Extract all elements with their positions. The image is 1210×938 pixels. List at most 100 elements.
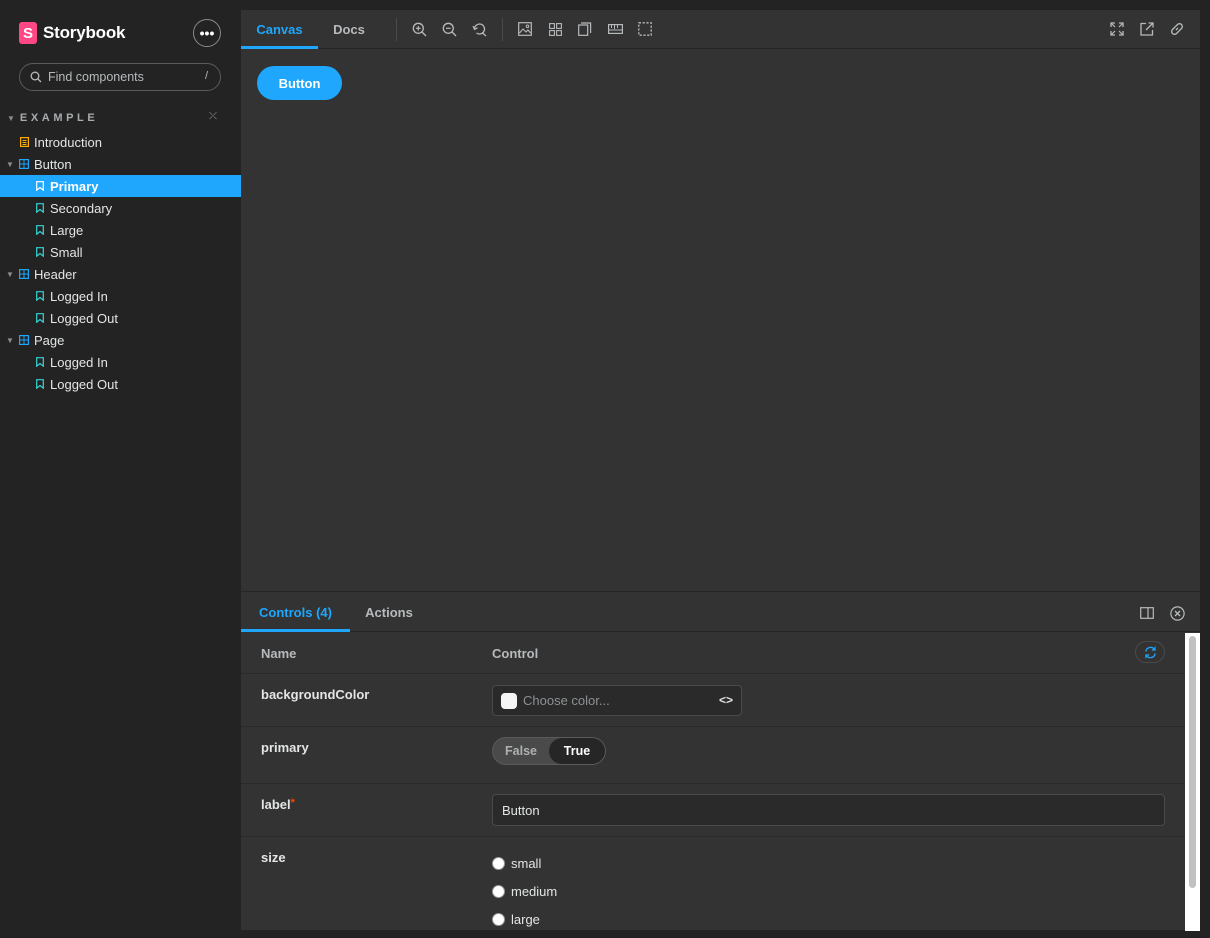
tree-item-label: Logged Out <box>50 376 118 392</box>
header-name: Name <box>261 646 297 661</box>
radio-button[interactable] <box>492 884 505 898</box>
tree-item-label: Introduction <box>34 134 102 150</box>
component-icon <box>19 335 29 345</box>
close-panel-icon[interactable] <box>1169 605 1185 621</box>
collapse-all-icon[interactable]: ⤫ <box>209 111 217 122</box>
tree-item-page-logged-in[interactable]: Logged In <box>0 351 241 373</box>
grid-icon[interactable] <box>547 21 563 37</box>
tree-item-label: Button <box>34 156 72 172</box>
radio-medium[interactable]: medium <box>492 877 557 905</box>
search-shortcut: / <box>204 70 208 82</box>
tree-item-button-large[interactable]: Large <box>0 219 241 241</box>
toolbar-divider <box>502 18 503 41</box>
tree-item-label: Logged In <box>50 354 108 370</box>
main-area: Canvas Docs Button Controls (4) Actions … <box>241 10 1200 931</box>
tree-item-label: Small <box>50 244 83 260</box>
tree-item-introduction[interactable]: Introduction <box>0 131 241 153</box>
reset-controls-button[interactable] <box>1135 641 1165 663</box>
tree-item-page[interactable]: ▼ Page <box>0 329 241 351</box>
tree-item-button-secondary[interactable]: Secondary <box>0 197 241 219</box>
tab-controls[interactable]: Controls (4) <box>241 592 350 632</box>
tree-item-label: Secondary <box>50 200 113 216</box>
scrollbar-thumb[interactable] <box>1189 636 1196 888</box>
toolbar-divider <box>396 18 397 41</box>
tree-item-label: Header <box>34 266 77 282</box>
addon-panel: Controls (4) Actions Name Control backgr… <box>241 591 1200 931</box>
tree-item-header-logged-in[interactable]: Logged In <box>0 285 241 307</box>
tree-item-button[interactable]: ▼ Button <box>0 153 241 175</box>
controls-table: Name Control backgroundColor Choose colo… <box>241 633 1185 931</box>
size-radio-group: small medium large <box>492 849 557 931</box>
preview-toolbar: Canvas Docs <box>241 10 1200 49</box>
zoom-reset-icon[interactable] <box>471 21 487 37</box>
controls-scrollbar[interactable] <box>1185 633 1200 931</box>
story-button[interactable]: Button <box>257 66 342 100</box>
search-input[interactable] <box>48 70 188 84</box>
group-header[interactable]: ▼ EXAMPLE ⤫ <box>7 111 217 125</box>
bookmark-icon <box>35 291 45 301</box>
toggle-false-option[interactable]: False <box>493 738 549 764</box>
refresh-icon <box>1144 646 1156 658</box>
measure-icon[interactable] <box>607 21 623 37</box>
zoom-out-icon[interactable] <box>441 21 457 37</box>
story-canvas: Button <box>241 50 1200 591</box>
more-menu-button[interactable]: ••• <box>193 19 221 47</box>
viewport-icon[interactable] <box>577 21 593 37</box>
color-swatch[interactable] <box>501 692 517 709</box>
outline-icon[interactable] <box>637 21 653 37</box>
bookmark-icon <box>35 203 45 213</box>
label-textarea[interactable]: Button <box>492 794 1165 826</box>
expand-caret-icon: ▼ <box>6 159 14 169</box>
tab-actions[interactable]: Actions <box>350 592 428 632</box>
group-title: EXAMPLE <box>19 112 99 124</box>
control-name-text: label <box>261 797 291 812</box>
brand-title: Storybook <box>43 23 126 42</box>
radio-large[interactable]: large <box>492 905 557 931</box>
color-placeholder: Choose color... <box>523 693 610 708</box>
color-picker-input[interactable]: Choose color... <> <box>492 685 742 716</box>
zoom-in-icon[interactable] <box>411 21 427 37</box>
tree-item-page-logged-out[interactable]: Logged Out <box>0 373 241 395</box>
required-mark: * <box>290 797 295 809</box>
bookmark-icon <box>35 181 45 191</box>
tree-item-header-logged-out[interactable]: Logged Out <box>0 307 241 329</box>
search-box[interactable]: / <box>19 63 221 91</box>
control-row-backgroundcolor: backgroundColor Choose color... <> <box>241 674 1185 727</box>
toggle-true-option[interactable]: True <box>549 738 605 764</box>
bookmark-icon <box>35 379 45 389</box>
background-icon[interactable] <box>517 21 533 37</box>
bookmark-icon <box>35 313 45 323</box>
control-row-primary: primary False True <box>241 727 1185 784</box>
tree-item-label: Large <box>50 222 84 238</box>
radio-label: medium <box>511 883 558 899</box>
tree-item-label: Logged In <box>50 288 108 304</box>
radio-small[interactable]: small <box>492 849 557 877</box>
tree-item-button-primary[interactable]: Primary <box>0 175 241 197</box>
fullscreen-icon[interactable] <box>1109 21 1125 37</box>
tab-canvas[interactable]: Canvas <box>241 10 318 49</box>
tree-item-label: Page <box>34 332 65 348</box>
tab-docs[interactable]: Docs <box>318 10 380 49</box>
tree-item-header[interactable]: ▼ Header <box>0 263 241 285</box>
bookmark-icon <box>35 225 45 235</box>
tree-item-label: Primary <box>50 178 99 194</box>
radio-button[interactable] <box>492 912 505 926</box>
bookmark-icon <box>35 357 45 367</box>
control-name: backgroundColor <box>261 687 370 702</box>
component-tree: Introduction ▼ Button Primary Secondary … <box>0 131 241 395</box>
color-format-toggle-icon[interactable]: <> <box>719 693 733 707</box>
radio-button[interactable] <box>492 856 505 870</box>
brand[interactable]: S Storybook <box>19 21 125 45</box>
boolean-toggle[interactable]: False True <box>492 737 606 765</box>
tree-item-label: Logged Out <box>50 310 118 326</box>
component-icon <box>19 269 29 279</box>
control-name: primary <box>261 740 309 755</box>
panel-orientation-icon[interactable] <box>1139 605 1155 621</box>
radio-label: large <box>511 911 540 927</box>
copy-link-icon[interactable] <box>1169 21 1185 37</box>
open-new-tab-icon[interactable] <box>1139 21 1155 37</box>
control-row-size: size small medium large <box>241 837 1185 931</box>
component-icon <box>19 159 29 169</box>
control-row-label: label* Button <box>241 784 1185 837</box>
tree-item-button-small[interactable]: Small <box>0 241 241 263</box>
